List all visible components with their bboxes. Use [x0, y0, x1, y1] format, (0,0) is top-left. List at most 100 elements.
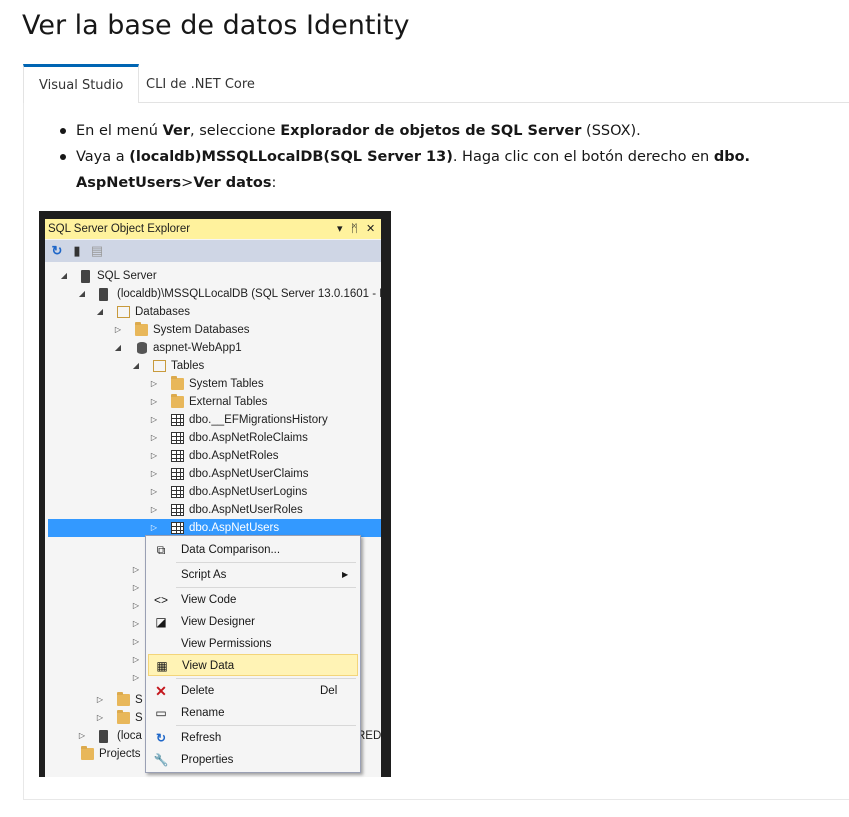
- menu-separator: [176, 725, 356, 726]
- wrench-icon: 🔧: [153, 753, 169, 767]
- menu-label: View Permissions: [181, 638, 272, 650]
- collapsed-icon[interactable]: ▷: [131, 673, 141, 682]
- server-icon: [81, 270, 90, 283]
- tree-label: S: [135, 712, 143, 724]
- menu-item-view-designer[interactable]: ◪ View Designer: [148, 611, 358, 633]
- menu-item-script-as[interactable]: Script As ▶: [148, 564, 358, 586]
- folder-open-icon: [117, 306, 130, 318]
- menu-label: Properties: [181, 754, 234, 766]
- delete-icon: ✕: [155, 683, 167, 699]
- collapsed-icon[interactable]: ▷: [149, 483, 159, 501]
- table-icon: [171, 468, 184, 480]
- folder-icon: [117, 692, 130, 706]
- filter-icon[interactable]: ▤: [89, 243, 105, 259]
- menu-item-view-code[interactable]: <> View Code: [148, 589, 358, 611]
- menu-label: View Code: [181, 594, 237, 606]
- folder-icon: [171, 394, 184, 408]
- collapsed-icon[interactable]: ▷: [149, 375, 159, 393]
- menu-separator: [176, 562, 356, 563]
- tree-label: (loca: [117, 730, 142, 742]
- chevron-down-icon[interactable]: ▾: [337, 219, 343, 239]
- tree-label: Projects: [99, 748, 141, 760]
- pin-icon[interactable]: ᛗ: [351, 219, 358, 239]
- expanded-icon[interactable]: ◢: [77, 285, 87, 303]
- collapsed-icon[interactable]: ▷: [131, 565, 141, 574]
- tree-label: System Tables: [189, 378, 264, 390]
- collapsed-icon[interactable]: ▷: [131, 619, 141, 628]
- collapsed-icon[interactable]: ▷: [131, 655, 141, 664]
- menu-item-rename[interactable]: ▭ Rename: [148, 702, 358, 724]
- tree-label: (localdb)\MSSQLLocalDB (SQL Server 13.0.…: [117, 288, 381, 300]
- text: Vaya a: [76, 149, 130, 165]
- menu-separator: [176, 587, 356, 588]
- expanded-icon[interactable]: ◢: [59, 267, 69, 285]
- collapsed-icon[interactable]: ▷: [149, 429, 159, 447]
- menu-item-refresh[interactable]: ↻ Refresh: [148, 727, 358, 749]
- menu-label: Data Comparison...: [181, 544, 281, 556]
- folder-icon: [81, 746, 94, 760]
- collapsed-icon[interactable]: ▷: [149, 465, 159, 483]
- table-icon: [171, 522, 184, 534]
- menu-label: Delete: [181, 685, 215, 697]
- tree-label: dbo.AspNetRoleClaims: [189, 432, 308, 444]
- add-server-icon[interactable]: ▮: [69, 243, 85, 259]
- tab-dotnet-cli[interactable]: CLI de .NET Core: [131, 64, 270, 102]
- data-compare-icon: ⧉: [156, 543, 166, 557]
- collapsed-icon[interactable]: ▷: [149, 393, 159, 411]
- tree-label: dbo.AspNetUserLogins: [189, 486, 308, 498]
- table-icon: [171, 414, 184, 426]
- tree-label: dbo.AspNetUserRoles: [189, 504, 303, 516]
- expanded-icon[interactable]: ◢: [113, 339, 123, 357]
- page-title: Ver la base de datos Identity: [22, 10, 410, 41]
- collapsed-icon[interactable]: ▷: [131, 601, 141, 610]
- tab-strip: Visual Studio CLI de .NET Core: [23, 64, 849, 103]
- collapsed-icon[interactable]: ▷: [113, 321, 123, 339]
- text: (SSOX).: [581, 123, 641, 139]
- list-item: Vaya a (localdb)MSSQLLocalDB(SQL Server …: [60, 144, 840, 196]
- menu-item-delete[interactable]: ✕ Delete Del: [148, 680, 358, 702]
- rename-icon: ▭: [155, 706, 167, 720]
- menu-item-view-data[interactable]: ▦ View Data: [148, 654, 358, 676]
- menu-item-properties[interactable]: 🔧 Properties: [148, 749, 358, 771]
- menu-separator: [176, 678, 356, 679]
- menu-label: View Data: [182, 660, 235, 672]
- tree-label: dbo.AspNetRoles: [189, 450, 279, 462]
- collapsed-icon[interactable]: ▷: [149, 447, 159, 465]
- server-icon: [99, 288, 108, 301]
- ssox-title: SQL Server Object Explorer: [48, 223, 191, 235]
- text: . Haga clic con el botón derecho en: [452, 149, 714, 165]
- collapsed-icon[interactable]: ▷: [149, 501, 159, 519]
- collapsed-icon[interactable]: ▷: [149, 411, 159, 429]
- context-menu: ⧉ Data Comparison... Script As ▶ <> View…: [145, 535, 361, 773]
- table-icon: [171, 504, 184, 516]
- folder-icon: [171, 376, 184, 390]
- designer-icon: ◪: [155, 615, 167, 629]
- tree-label: aspnet-WebApp1: [153, 342, 242, 354]
- menu-item-data-comparison[interactable]: ⧉ Data Comparison...: [148, 539, 358, 561]
- server-icon: [99, 730, 108, 743]
- collapsed-icon[interactable]: ▷: [131, 583, 141, 592]
- view-data-name: Ver datos: [193, 175, 272, 191]
- separator-gt: >: [181, 175, 194, 191]
- expanded-icon[interactable]: ◢: [95, 303, 105, 321]
- expanded-icon[interactable]: ◢: [131, 357, 141, 375]
- collapsed-icon[interactable]: ▷: [95, 691, 105, 709]
- collapsed-icon[interactable]: ▷: [77, 727, 87, 745]
- menu-item-view-permissions[interactable]: View Permissions: [148, 633, 358, 655]
- menu-label: View Designer: [181, 616, 255, 628]
- refresh-icon[interactable]: ↻: [49, 243, 65, 259]
- table-icon: [171, 432, 184, 444]
- ssox-title-bar: SQL Server Object Explorer ▾ ᛗ ✕: [45, 219, 381, 239]
- folder-icon: [135, 322, 148, 336]
- ssox-toolbar: ↻ ▮ ▤: [45, 240, 381, 262]
- menu-name: Ver: [162, 123, 190, 139]
- close-icon[interactable]: ✕: [366, 219, 375, 239]
- folder-open-icon: [153, 360, 166, 372]
- instructions-list: En el menú Ver, seleccione Explorador de…: [60, 118, 840, 196]
- collapsed-icon[interactable]: ▷: [95, 709, 105, 727]
- tab-visual-studio[interactable]: Visual Studio: [23, 64, 140, 103]
- tree-label: S: [135, 694, 143, 706]
- tree-label: External Tables: [189, 396, 268, 408]
- view-data-icon: ▦: [156, 659, 168, 673]
- collapsed-icon[interactable]: ▷: [131, 637, 141, 646]
